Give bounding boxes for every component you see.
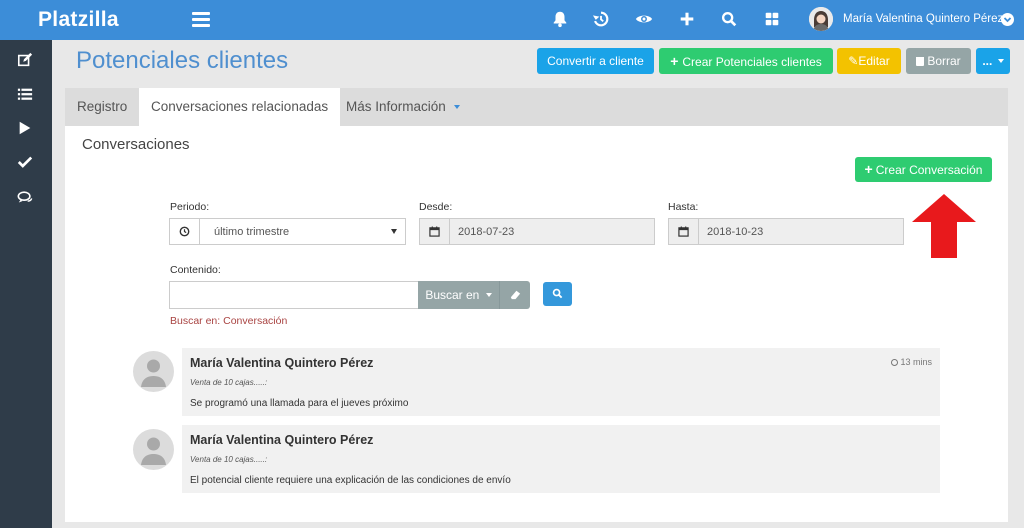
conversation-author: María Valentina Quintero Pérez	[190, 356, 374, 370]
to-date-value: 2018-10-23	[707, 226, 764, 238]
plus-icon: +	[864, 161, 873, 177]
comments-icon[interactable]	[17, 190, 35, 208]
pencil-icon: ✎	[848, 54, 859, 68]
conversation-body: Se programó una llamada para el jueves p…	[190, 398, 409, 409]
caret-down-icon	[485, 293, 492, 297]
page-title: Potenciales clientes	[76, 47, 289, 74]
bell-icon[interactable]	[551, 10, 571, 30]
clear-search-button[interactable]	[499, 281, 530, 309]
edit-button[interactable]: ✎Editar	[837, 48, 901, 74]
avatar	[133, 351, 174, 392]
create-conversation-button[interactable]: + Crear Conversación	[855, 157, 992, 182]
top-navbar: Platzilla María Valentina Quintero Pérez	[0, 0, 1024, 40]
tab-registro[interactable]: Registro	[65, 88, 139, 126]
conversation-subject: Venta de 10 cajas.....:	[190, 378, 268, 387]
content-search-input[interactable]	[169, 281, 419, 309]
to-date-field[interactable]: 2018-10-23	[668, 218, 904, 245]
caret-down-icon	[453, 105, 460, 109]
trash-icon	[916, 57, 925, 66]
history-icon[interactable]	[592, 10, 612, 30]
conversation-time-value: 13 mins	[900, 357, 932, 367]
search-icon	[552, 288, 563, 299]
avatar	[133, 429, 174, 470]
play-icon[interactable]	[17, 120, 35, 138]
eraser-icon	[510, 290, 520, 300]
period-label: Periodo:	[170, 201, 210, 213]
clock-icon	[170, 219, 200, 244]
menu-toggle-icon[interactable]	[192, 12, 210, 27]
sidebar	[0, 40, 52, 528]
tab-conversaciones[interactable]: Conversaciones relacionadas	[139, 88, 341, 126]
create-lead-label: Crear Potenciales clientes	[682, 55, 822, 69]
search-icon[interactable]	[720, 10, 740, 30]
clock-icon	[891, 359, 899, 366]
search-button[interactable]	[543, 282, 572, 306]
check-icon[interactable]	[17, 154, 35, 172]
conversation-item[interactable]: María Valentina Quintero Pérez Venta de …	[182, 425, 940, 493]
calendar-icon	[669, 219, 699, 244]
user-name[interactable]: María Valentina Quintero Pérez	[843, 13, 1003, 25]
caret-down-icon	[997, 59, 1004, 63]
plus-icon: +	[670, 53, 679, 69]
conversation-author: María Valentina Quintero Pérez	[190, 433, 374, 447]
search-in-label: Buscar en	[425, 288, 480, 302]
create-conversation-label: Crear Conversación	[875, 163, 983, 177]
plus-icon[interactable]	[678, 10, 698, 30]
convert-to-client-button[interactable]: Convertir a cliente	[537, 48, 654, 74]
annotation-arrow-icon	[912, 194, 976, 258]
conversation-subject: Venta de 10 cajas.....:	[190, 455, 268, 464]
search-in-dropdown-button[interactable]: Buscar en	[418, 281, 499, 309]
conversation-item[interactable]: María Valentina Quintero Pérez 13 mins V…	[182, 348, 940, 416]
to-label: Hasta:	[668, 201, 699, 213]
tab-mas-informacion[interactable]: Más Información	[334, 88, 472, 126]
period-value: último trimestre	[214, 226, 290, 238]
period-select[interactable]: último trimestre	[169, 218, 406, 245]
from-date-field[interactable]: 2018-07-23	[419, 218, 655, 245]
section-title: Conversaciones	[82, 136, 190, 153]
user-avatar[interactable]	[809, 7, 833, 31]
calendar-icon	[420, 219, 450, 244]
delete-label: Borrar	[927, 54, 961, 68]
conversation-time: 13 mins	[891, 357, 932, 367]
tab-mas-informacion-label: Más Información	[346, 99, 446, 114]
more-actions-button[interactable]: ...	[976, 48, 1010, 74]
chevron-down-icon[interactable]	[1001, 13, 1014, 26]
create-lead-button[interactable]: + Crear Potenciales clientes	[659, 48, 833, 74]
list-icon[interactable]	[17, 86, 35, 104]
content-label: Contenido:	[170, 264, 221, 276]
tab-bar: Registro Conversaciones relacionadas Más…	[65, 88, 1008, 126]
conversation-body: El potencial cliente requiere una explic…	[190, 475, 511, 486]
edit-label: Editar	[858, 54, 890, 68]
from-label: Desde:	[419, 201, 453, 213]
eye-icon[interactable]	[635, 10, 655, 30]
brand-logo[interactable]: Platzilla	[38, 8, 119, 32]
from-date-value: 2018-07-23	[458, 226, 515, 238]
more-label: ...	[982, 54, 993, 68]
search-scope-hint: Buscar en: Conversación	[170, 315, 288, 327]
grid-icon[interactable]	[763, 10, 783, 30]
delete-button[interactable]: Borrar	[906, 48, 971, 74]
edit-icon[interactable]	[17, 52, 35, 70]
caret-down-icon	[391, 229, 397, 234]
